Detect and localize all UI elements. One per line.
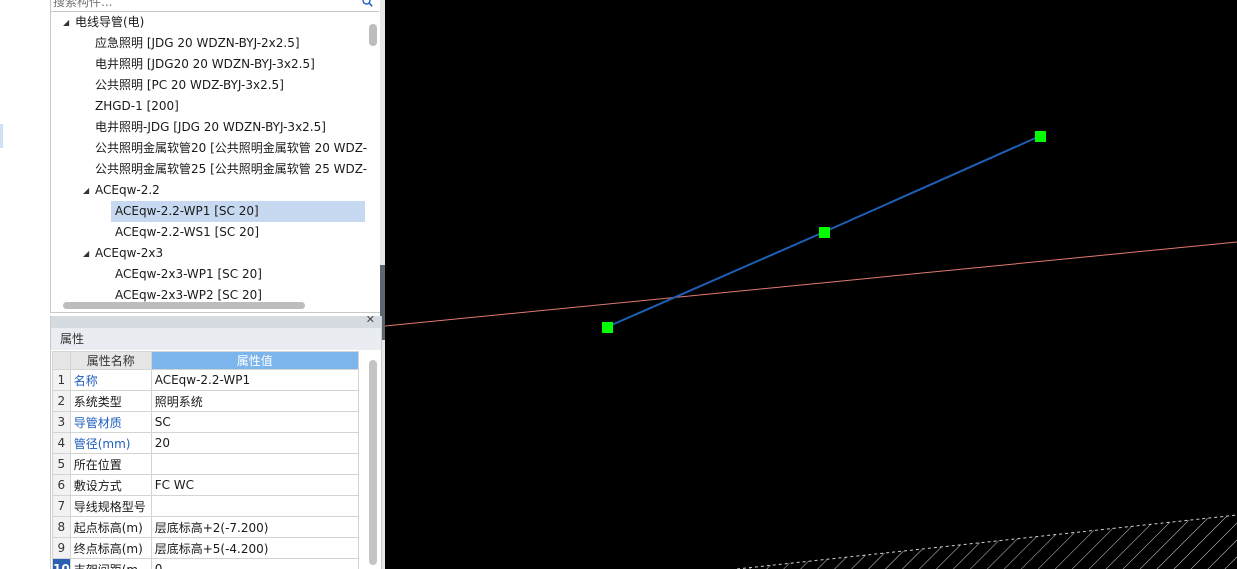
property-row[interactable]: 6 敷设方式 FC WC [52,474,359,496]
property-value[interactable]: FC WC [150,474,359,496]
properties-panel: ✕ 属性 属性名称 属性值 1 名称 ACEqw-2.2-WP1 2 系统类型 照明系统 3… [50,316,382,569]
row-number: 8 [52,516,71,538]
tree-item-label: ACEqw-2.2-WP1 [SC 20] [115,204,259,218]
search-input[interactable] [53,0,353,10]
properties-grid: 属性名称 属性值 1 名称 ACEqw-2.2-WP1 2 系统类型 照明系统 3 导管材质 S… [52,351,359,569]
property-value[interactable]: ACEqw-2.2-WP1 [150,369,359,391]
property-value[interactable]: 层底标高+2(-7.200) [150,516,359,538]
tree-item-label: 电井照明-JDG [JDG 20 WDZN-BYJ-3x2.5] [95,120,326,134]
properties-header-row: 属性名称 属性值 [52,351,359,370]
tree-item[interactable]: 公共照明金属软管25 [公共照明金属软管 25 WDZ- [51,159,369,180]
property-value[interactable]: 0 [150,558,359,569]
tree-item-label: 公共照明金属软管20 [公共照明金属软管 20 WDZ- [95,141,368,155]
tree-item-label: 公共照明 [PC 20 WDZ-BYJ-3x2.5] [95,78,284,92]
tree-item-label: ACEqw-2x3 [95,246,164,260]
property-value[interactable]: SC [150,411,359,433]
expand-caret-icon[interactable]: ◢ [83,243,89,264]
component-tree-panel: ◢ 电线导管(电) 应急照明 [JDG 20 WDZN-BYJ-2x2.5] 电井照明… [50,0,382,313]
property-name: 系统类型 [69,390,152,412]
property-row[interactable]: 7 导线规格型号 [52,495,359,517]
property-value[interactable]: 照明系统 [150,390,359,412]
col-header-value[interactable]: 属性值 [150,351,359,370]
row-number: 10 [52,558,71,569]
property-name: 起点标高(m) [69,516,152,538]
row-number: 7 [52,495,71,517]
tree-item-label: 公共照明金属软管25 [公共照明金属软管 25 WDZ- [95,162,368,176]
grip-point-mid[interactable] [819,227,830,238]
tree-vertical-scrollbar[interactable] [369,24,377,46]
property-name: 所在位置 [69,453,152,475]
grip-point-start[interactable] [602,322,613,333]
tree-item[interactable]: 应急照明 [JDG 20 WDZN-BYJ-2x2.5] [51,33,369,54]
row-number: 1 [52,369,71,391]
row-number: 5 [52,453,71,475]
search-bar [51,0,379,12]
tree-item[interactable]: ACEqw-2x3-WP1 [SC 20] [51,264,369,285]
tree-item[interactable]: ACEqw-2.2-WP1 [SC 20] [111,201,365,222]
hatch-area [737,515,1237,569]
expand-caret-icon[interactable]: ◢ [83,180,89,201]
tree-item-label: ACEqw-2.2-WS1 [SC 20] [115,225,260,239]
property-name: 敷设方式 [69,474,152,496]
close-icon[interactable]: ✕ [366,316,375,326]
tree-group[interactable]: ◢ 电线导管(电) [51,12,369,33]
row-number: 3 [52,411,71,433]
tree-item[interactable]: ACEqw-2.2-WS1 [SC 20] [51,222,369,243]
property-row[interactable]: 3 导管材质 SC [52,411,359,433]
col-header-name[interactable]: 属性名称 [69,351,152,370]
properties-vertical-scrollbar[interactable] [369,360,377,565]
tree-item[interactable]: 公共照明金属软管20 [公共照明金属软管 20 WDZ- [51,138,369,159]
tree-item-label: ZHGD-1 [200] [95,99,179,113]
property-value[interactable]: 20 [150,432,359,454]
drawing-canvas[interactable] [385,0,1237,569]
reference-line[interactable] [385,241,1237,327]
property-row[interactable]: 8 起点标高(m) 层底标高+2(-7.200) [52,516,359,538]
property-row[interactable]: 5 所在位置 [52,453,359,475]
tree-item[interactable]: 公共照明 [PC 20 WDZ-BYJ-3x2.5] [51,75,369,96]
tree-group[interactable]: ◢ ACEqw-2.2 [51,180,369,201]
canvas-drawing[interactable] [385,0,1237,569]
property-name: 管径(mm) [69,432,152,454]
tree-group[interactable]: ◢ ACEqw-2x3 [51,243,369,264]
tree-item-label: ACEqw-2.2 [95,183,160,197]
tree-item-label: ACEqw-2x3-WP1 [SC 20] [115,267,262,281]
property-name: 支架间距(m [69,558,152,569]
row-number: 2 [52,390,71,412]
property-name: 名称 [69,369,152,391]
left-strip-marker [0,124,3,148]
properties-title: 属性 [51,328,381,350]
properties-panel-caption: ✕ [51,316,381,328]
header-corner [52,351,71,370]
row-number: 6 [52,474,71,496]
property-value[interactable] [150,453,359,475]
property-name: 导管材质 [69,411,152,433]
property-row[interactable]: 4 管径(mm) 20 [52,432,359,454]
property-row[interactable]: 10支架间距(m0 [52,558,359,569]
grip-point-end[interactable] [1035,131,1046,142]
property-row[interactable]: 1 名称 ACEqw-2.2-WP1 [52,369,359,391]
tree-horizontal-scrollbar[interactable] [63,302,305,309]
tree-item-label: 电井照明 [JDG20 20 WDZN-BYJ-3x2.5] [95,57,315,71]
search-icon[interactable] [362,0,373,10]
property-value[interactable] [150,495,359,517]
left-strip [0,0,50,569]
row-number: 4 [52,432,71,454]
expand-caret-icon[interactable]: ◢ [63,12,69,33]
property-name: 导线规格型号 [69,495,152,517]
tree-item-label: 应急照明 [JDG 20 WDZN-BYJ-2x2.5] [95,36,300,50]
tree-item-label: 电线导管(电) [75,15,145,29]
tree-item[interactable]: ZHGD-1 [200] [51,96,369,117]
row-number: 9 [52,537,71,559]
property-value[interactable]: 层底标高+5(-4.200) [150,537,359,559]
property-row[interactable]: 9 终点标高(m) 层底标高+5(-4.200) [52,537,359,559]
property-name: 终点标高(m) [69,537,152,559]
property-row[interactable]: 2 系统类型 照明系统 [52,390,359,412]
tree-item[interactable]: 电井照明-JDG [JDG 20 WDZN-BYJ-3x2.5] [51,117,369,138]
tree-item[interactable]: 电井照明 [JDG20 20 WDZN-BYJ-3x2.5] [51,54,369,75]
